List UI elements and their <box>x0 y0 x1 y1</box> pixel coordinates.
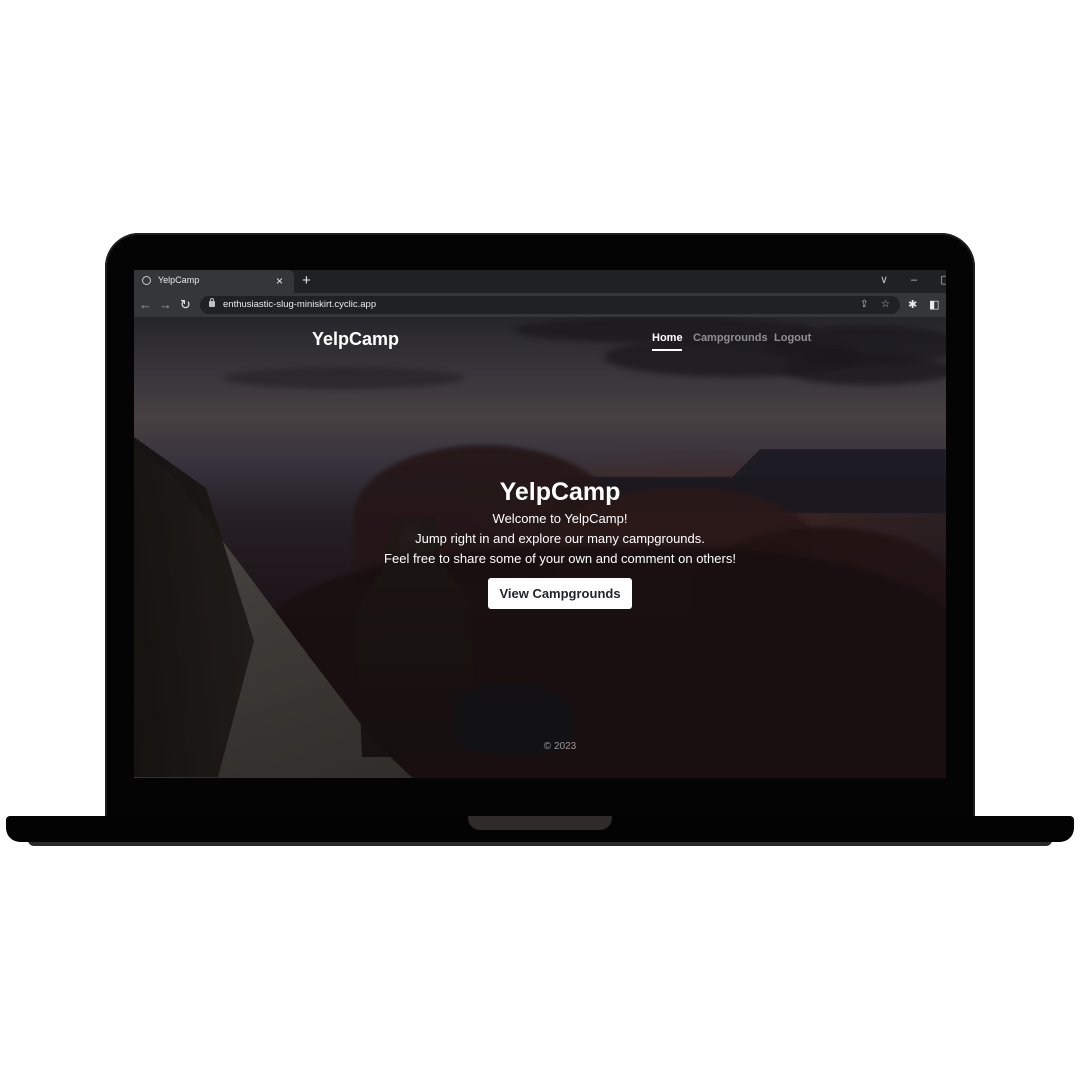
browser-toolbar: ← → ↻ enthusiastic-slug-miniskirt.cyclic… <box>134 293 946 317</box>
address-bar[interactable]: enthusiastic-slug-miniskirt.cyclic.app ⇪… <box>200 296 900 314</box>
nav-logout-link[interactable]: Logout <box>774 332 811 344</box>
maximize-icon[interactable]: ▢ <box>940 273 946 287</box>
reload-icon[interactable]: ↻ <box>180 297 191 313</box>
hero-title: YelpCamp <box>499 478 621 506</box>
extensions-icon[interactable]: ✱ <box>908 297 917 313</box>
tab-close-icon[interactable]: × <box>276 273 283 289</box>
laptop-notch <box>468 816 612 830</box>
globe-icon <box>142 276 151 285</box>
laptop-screen: YelpCamp × + ∨ – ▢ ← → ↻ enthusiastic-sl… <box>134 270 946 778</box>
share-icon[interactable]: ⇪ <box>860 298 868 312</box>
url-text: enthusiastic-slug-miniskirt.cyclic.app <box>223 299 377 310</box>
lock-icon <box>209 298 215 307</box>
site-brand[interactable]: YelpCamp <box>312 329 399 350</box>
nav-campgrounds-link[interactable]: Campgrounds <box>693 332 768 344</box>
tab-search-icon[interactable]: ∨ <box>880 273 888 287</box>
hero-share-text: Feel free to share some of your own and … <box>384 551 736 566</box>
new-tab-button[interactable]: + <box>302 272 311 290</box>
tab-title: YelpCamp <box>158 275 200 285</box>
minimize-icon[interactable]: – <box>911 273 917 287</box>
hero-section: YelpCamp Welcome to YelpCamp! Jump right… <box>134 475 946 609</box>
active-nav-underline <box>652 349 682 351</box>
page-viewport: YelpCamp Home Campgrounds Logout YelpCam… <box>134 317 946 778</box>
back-arrow-icon[interactable]: ← <box>139 297 152 313</box>
hero-explore-text: Jump right in and explore our many campg… <box>415 531 705 546</box>
view-campgrounds-button[interactable]: View Campgrounds <box>488 578 632 609</box>
hero-welcome-text: Welcome to YelpCamp! <box>492 511 628 526</box>
forward-arrow-icon[interactable]: → <box>159 297 172 313</box>
browser-tab-bar: YelpCamp × + ∨ – ▢ <box>134 270 946 293</box>
nav-home-link[interactable]: Home <box>652 332 683 344</box>
browser-tab[interactable]: YelpCamp × <box>134 270 294 293</box>
star-icon[interactable]: ☆ <box>881 298 890 312</box>
side-panel-icon[interactable]: ◧ <box>929 297 939 313</box>
footer-copyright: © 2023 <box>543 741 577 752</box>
